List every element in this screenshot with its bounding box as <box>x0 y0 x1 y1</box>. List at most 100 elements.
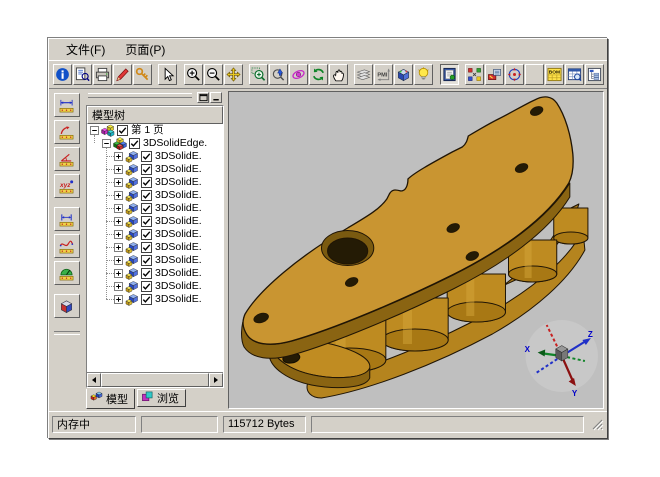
info-icon <box>55 67 70 82</box>
browse-tab-icon <box>141 391 157 406</box>
expander-icon[interactable] <box>114 217 123 226</box>
app-window: 文件(F) 页面(P) PMI BOM xyz <box>48 38 608 439</box>
visibility-checkbox[interactable] <box>141 294 152 305</box>
expander-icon[interactable] <box>114 178 123 187</box>
orientation-gizmo[interactable]: Z Y X <box>525 320 598 398</box>
scroll-thumb[interactable] <box>101 373 209 387</box>
tree-h-scrollbar[interactable] <box>87 372 223 387</box>
view-config-button[interactable] <box>440 64 459 85</box>
node-icon <box>101 124 115 137</box>
measure-length-button[interactable] <box>54 93 80 117</box>
attribute-table-icon <box>567 67 582 82</box>
expander-icon[interactable] <box>114 204 123 213</box>
zoom-out-button[interactable] <box>204 64 223 85</box>
visibility-checkbox[interactable] <box>141 255 152 266</box>
zoom-window-button[interactable] <box>249 64 268 85</box>
select-button[interactable] <box>158 64 177 85</box>
pan-hand-button[interactable] <box>329 64 348 85</box>
bom-button[interactable]: BOM <box>545 64 564 85</box>
render-mode-icon <box>396 67 411 82</box>
structure-tree-button[interactable] <box>585 64 604 85</box>
menu-file[interactable]: 文件(F) <box>59 39 112 60</box>
measure-length-icon <box>59 98 74 113</box>
measure-distance-button[interactable] <box>54 207 80 231</box>
status-panel-2 <box>141 416 218 433</box>
orbit-button[interactable] <box>289 64 308 85</box>
markup-icon <box>115 67 130 82</box>
parts-list-button[interactable] <box>525 64 544 85</box>
measure-radius-button[interactable] <box>54 120 80 144</box>
measure-angle-button[interactable] <box>54 147 80 171</box>
zoom-in-button[interactable] <box>184 64 203 85</box>
visibility-checkbox[interactable] <box>141 190 152 201</box>
view-config-icon <box>442 67 457 82</box>
tab-model[interactable]: 模型 <box>86 389 135 409</box>
tree-item-label: 3DSolidE. <box>155 189 202 202</box>
zoom-dynamic-icon <box>271 67 286 82</box>
visibility-checkbox[interactable] <box>141 177 152 188</box>
expander-icon[interactable] <box>114 269 123 278</box>
visibility-checkbox[interactable] <box>141 203 152 214</box>
expander-icon[interactable] <box>102 139 111 148</box>
viewport-3d[interactable]: Z Y X <box>228 91 604 409</box>
rotate-center-button[interactable] <box>505 64 524 85</box>
zoom-in-icon <box>186 67 201 82</box>
pan-hand-icon <box>331 67 346 82</box>
visibility-checkbox[interactable] <box>141 164 152 175</box>
snapshot-button[interactable] <box>485 64 504 85</box>
expander-icon[interactable] <box>90 126 99 135</box>
expander-icon[interactable] <box>114 243 123 252</box>
visibility-checkbox[interactable] <box>141 216 152 227</box>
tab-label: 浏览 <box>157 390 179 406</box>
visibility-checkbox[interactable] <box>141 229 152 240</box>
visibility-checkbox[interactable] <box>141 242 152 253</box>
tree-item-page[interactable]: 第 1 页 <box>87 124 223 137</box>
layers-button[interactable] <box>354 64 373 85</box>
visibility-checkbox[interactable] <box>141 268 152 279</box>
expander-icon[interactable] <box>114 230 123 239</box>
zoom-dynamic-button[interactable] <box>269 64 288 85</box>
expander-icon[interactable] <box>114 165 123 174</box>
markup-button[interactable] <box>113 64 132 85</box>
visibility-checkbox[interactable] <box>129 138 140 149</box>
node-icon <box>113 137 127 150</box>
expander-icon[interactable] <box>114 191 123 200</box>
permission-button[interactable] <box>133 64 152 85</box>
measure-point-button[interactable]: xyz <box>54 174 80 198</box>
refresh-button[interactable] <box>309 64 328 85</box>
panel-maximize-button[interactable] <box>197 92 209 103</box>
tab-browse[interactable]: 浏览 <box>137 389 186 407</box>
expander-icon[interactable] <box>114 295 123 304</box>
visibility-checkbox[interactable] <box>141 281 152 292</box>
expander-icon[interactable] <box>114 256 123 265</box>
expander-icon[interactable] <box>114 152 123 161</box>
measure-curve-button[interactable] <box>54 234 80 258</box>
grip-handle <box>88 93 192 98</box>
print-preview-button[interactable] <box>73 64 92 85</box>
resize-grip[interactable] <box>591 418 604 431</box>
attribute-table-button[interactable] <box>565 64 584 85</box>
lighting-button[interactable] <box>414 64 433 85</box>
part-icon <box>125 163 139 176</box>
tree-item-assembly[interactable]: 3DSolidEdge. <box>87 137 223 150</box>
expander-icon[interactable] <box>114 282 123 291</box>
bom-icon: BOM <box>547 67 562 82</box>
scroll-right-button[interactable] <box>209 373 223 387</box>
panel-grip[interactable] <box>88 91 222 104</box>
explode-button[interactable] <box>465 64 484 85</box>
panel-hide-button[interactable] <box>210 92 222 103</box>
model-tree[interactable]: 第 1 页3DSolidEdge.3DSolidE.3DSolidE.3DSol… <box>87 124 223 372</box>
render-mode-button[interactable] <box>394 64 413 85</box>
measure-area-button[interactable] <box>54 261 80 285</box>
pmi-button[interactable]: PMI <box>374 64 393 85</box>
viewport-canvas[interactable]: Z Y X <box>229 92 603 408</box>
pan-view-button[interactable] <box>224 64 243 85</box>
main-toolbar: PMI BOM <box>49 60 607 89</box>
print-button[interactable] <box>93 64 112 85</box>
model-info-button[interactable] <box>54 294 80 318</box>
scroll-left-button[interactable] <box>87 373 101 387</box>
info-button[interactable] <box>53 64 72 85</box>
visibility-checkbox[interactable] <box>141 151 152 162</box>
visibility-checkbox[interactable] <box>117 125 128 136</box>
menu-page[interactable]: 页面(P) <box>118 39 172 60</box>
